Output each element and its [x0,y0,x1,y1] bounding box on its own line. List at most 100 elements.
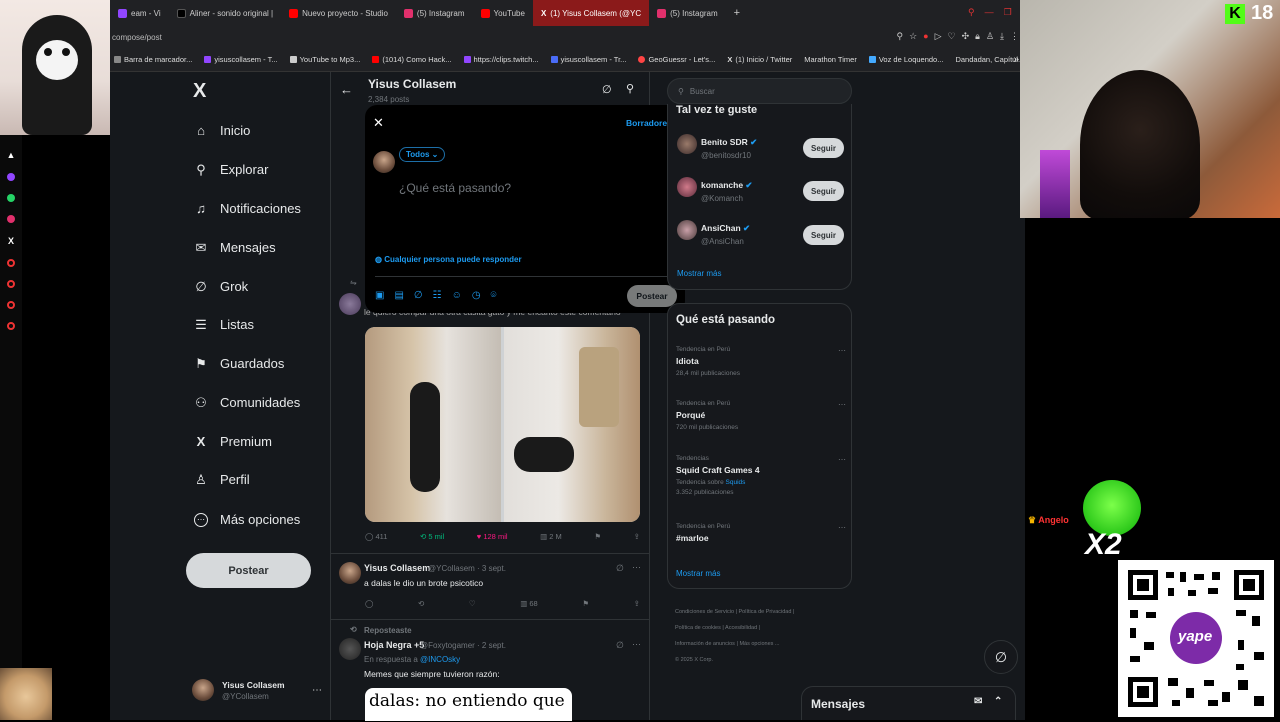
instagram-icon[interactable] [7,215,15,223]
share-icon[interactable]: ⇪ [634,532,640,541]
bookmark-item[interactable]: https://clips.twitch... [463,55,539,64]
trend-item[interactable]: Tendencias Squid Craft Games 4 Tendencia… [676,455,846,496]
nav-item-mensajes[interactable]: ✉ Mensajes [194,240,276,256]
bookmark-item[interactable]: X (1) Inicio / Twitter [727,55,792,64]
browser-tab[interactable]: Nuevo proyecto - Studio [281,0,396,26]
poll-icon[interactable]: ☷ [433,290,442,301]
show-more-link[interactable]: Mostrar más [676,569,720,578]
new-tab-button[interactable]: + [726,0,748,26]
expand-icon[interactable]: ⌃ [994,696,1002,707]
browser-tab[interactable]: (5) Instagram [649,0,726,26]
grok-icon[interactable]: ∅ [602,83,612,96]
follow-button[interactable]: Seguir [803,225,844,245]
app-icon[interactable] [7,280,15,288]
bookmark-item[interactable]: (1014) Como Hack... [372,55,452,64]
repost-button[interactable]: ⟲ [418,599,424,608]
bookmark-item[interactable]: Voz de Loquendo... [868,55,943,64]
nav-item-guardados[interactable]: ⚑ Guardados [194,356,284,372]
bookmark-item[interactable]: yisuscollasem - Tr... [550,55,626,64]
trend-item[interactable]: Tendencia en Perú Idiota 28,4 mil public… [676,346,846,377]
follow-button[interactable]: Seguir [803,138,844,158]
nav-item-premium[interactable]: X Premium [194,434,272,449]
grok-float-button[interactable]: ∅ [984,640,1018,674]
grok-icon[interactable]: ∅ [414,290,423,301]
avatar[interactable] [339,562,361,584]
grok-icon[interactable]: ∅ [616,640,624,651]
nav-item-inicio[interactable]: ⌂ Inicio [194,123,250,138]
reply-button[interactable]: ◯ [365,599,373,608]
emoji-icon[interactable]: ☺ [452,290,462,301]
grok-icon[interactable]: ∅ [616,563,624,574]
reply-button[interactable]: ◯ 411 [365,532,387,541]
app-icon[interactable] [7,301,15,309]
browser-tab[interactable]: YouTube [473,0,533,26]
nav-item-explorar[interactable]: ⚲ Explorar [194,162,268,178]
media-icon[interactable]: ▣ [375,290,384,301]
avatar[interactable] [339,293,361,315]
search-icon[interactable]: ⚲ [626,82,634,95]
post-button[interactable]: Postear [186,553,311,588]
bookmark-item[interactable]: Barra de marcador... [114,55,192,64]
more-icon[interactable]: ⋯ [632,562,641,573]
tweet[interactable]: ⇋ le quiero compar una otra casita gato … [330,275,650,553]
bookmark-item[interactable]: Marathon Timer [804,55,857,64]
like-button[interactable]: ♡ [469,599,476,608]
puzzle-icon[interactable]: ✣ [962,31,970,42]
new-message-icon[interactable]: ✉ [974,696,982,707]
browser-tab[interactable]: Aliner - sonido original | [169,0,281,26]
browser-tab-active[interactable]: X (1) Yisus Collasem (@YC [532,0,650,26]
back-arrow-icon[interactable]: ← [340,82,353,97]
search-tabs-icon[interactable]: ⚲ [968,7,975,18]
tweet-author[interactable]: Hoja Negra +5 [364,640,424,650]
nav-item-grok[interactable]: ∅ Grok [194,279,248,295]
bookmark-item[interactable]: GeoGuessr - Let's... [638,55,715,64]
bookmark-icon[interactable]: ⚑ [582,599,589,608]
restore-icon[interactable]: ❐ [1004,7,1012,18]
address-bar[interactable]: compose/post ⚲ ☆ ● ▷ ♡ ✣ 🔒︎ ♙ ⤓ ⋮ [110,26,1025,48]
more-icon[interactable]: ⋯ [838,346,846,355]
account-switcher[interactable]: Yisus Collasem @YCollasem ⋯ [192,675,322,705]
minimize-icon[interactable]: — [985,7,994,18]
nav-item-mas-opciones[interactable]: ⋯ Más opciones [194,512,300,527]
avatar[interactable] [339,638,361,660]
extension-icon[interactable]: ● [923,31,928,42]
audience-selector[interactable]: Todos ⌄ [399,147,446,162]
compose-post-button[interactable]: Postear [627,285,677,307]
follow-button[interactable]: Seguir [803,181,844,201]
views-button[interactable]: ▥ 2 M [540,532,562,541]
nav-item-listas[interactable]: ☰ Listas [194,317,254,333]
app-icon[interactable] [7,322,15,330]
drafts-button[interactable]: Borradores [626,118,672,128]
whatsapp-icon[interactable] [7,194,15,202]
share-icon[interactable]: ⇪ [634,599,640,608]
tweet-media[interactable] [365,327,640,522]
location-icon[interactable]: ⌾ [491,290,497,301]
url-text[interactable]: compose/post [112,33,162,42]
tweet[interactable]: Yisus Collasem @YCollasem · 3 sept. ∅ ⋯ … [330,553,650,619]
schedule-icon[interactable]: ◷ [472,290,481,301]
more-icon[interactable]: ⋯ [838,400,846,409]
tweet-author[interactable]: Yisus Collasem [364,563,430,573]
like-button[interactable]: ♥ 128 mil [477,532,508,541]
nav-item-perfil[interactable]: ♙ Perfil [194,472,249,488]
download-icon[interactable]: ⤓ [1000,31,1004,42]
lock-icon[interactable]: 🔒︎ [975,31,980,42]
nav-item-notificaciones[interactable]: ♫ Notificaciones [194,201,301,216]
heart-icon[interactable]: ♡ [948,31,956,42]
close-icon[interactable]: ✕ [373,115,384,131]
menu-icon[interactable]: ⋮ [1010,31,1019,42]
messages-drawer[interactable]: Mensajes ✉ ⌃ [801,686,1016,720]
bookmark-star-icon[interactable]: ☆ [909,31,917,42]
repost-button[interactable]: ⟲ 5 mil [420,532,444,541]
x-icon[interactable]: X [8,236,14,246]
search-input[interactable]: ⚲ Buscar [667,78,852,104]
tweet-media[interactable]: dalas: no entiendo que [365,688,572,721]
bookmark-item[interactable]: yisuscollasem - T... [204,55,278,64]
trend-item[interactable]: Tendencia en Perú #marloe ⋯ [676,523,846,543]
bookmark-item[interactable]: YouTube to Mp3... [289,55,360,64]
play-icon[interactable]: ▷ [935,31,942,42]
more-icon[interactable]: ⋯ [632,639,641,650]
show-more-link[interactable]: Mostrar más [677,269,721,278]
app-icon[interactable] [7,259,15,267]
more-icon[interactable]: ⋯ [838,523,846,532]
